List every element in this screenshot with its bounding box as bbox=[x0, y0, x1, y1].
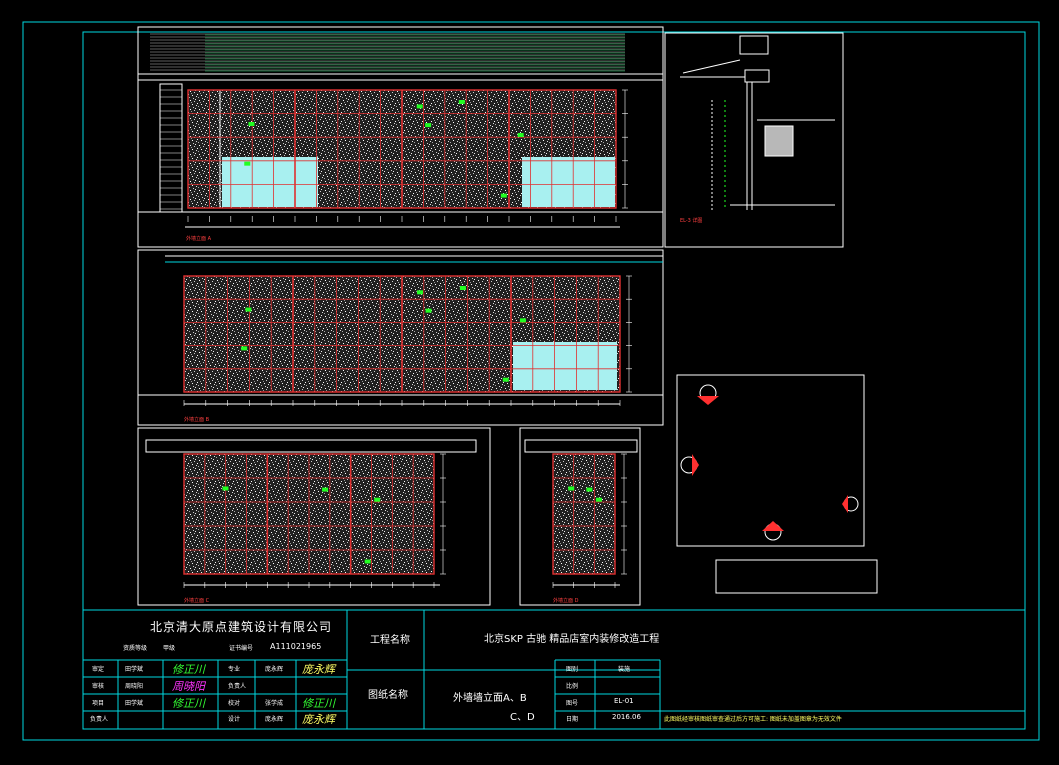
key-plan bbox=[676, 374, 878, 594]
staff2-name-1: 庞永辉 bbox=[265, 666, 284, 673]
key-plan-caption-box bbox=[715, 559, 878, 594]
marker-b-icon bbox=[680, 454, 699, 476]
elevation-a: 外墙立面 A bbox=[137, 26, 664, 248]
staff2-role-1: 专业 bbox=[228, 666, 241, 673]
elevation-d: 外墙立面 D bbox=[519, 427, 641, 606]
staff-sig-3: 修正川 bbox=[172, 697, 205, 710]
staff2-role-2: 负责人 bbox=[228, 683, 247, 690]
staff-role-3: 项目 bbox=[92, 700, 105, 707]
tag-elevation-c: 外墙立面 C bbox=[184, 597, 210, 604]
certificate-label: 证书编号 bbox=[229, 645, 254, 652]
staff2-name-3: 张学成 bbox=[265, 700, 284, 707]
info-label-2: 比例 bbox=[566, 683, 579, 690]
qualification-value: 甲级 bbox=[163, 645, 176, 652]
staff2-sig-1: 庞永辉 bbox=[302, 663, 335, 676]
section-detail: EL-3 详图 bbox=[664, 32, 844, 248]
glass-b bbox=[513, 342, 617, 390]
side-ladder bbox=[159, 83, 183, 213]
side-panel-a bbox=[187, 89, 221, 209]
info-value-4: 2016.06 bbox=[612, 713, 641, 721]
marker-d-icon bbox=[842, 495, 859, 513]
info-value-1: 装施 bbox=[618, 666, 631, 673]
staff2-name-4: 庞永辉 bbox=[265, 716, 284, 723]
cad-drawing-sheet: 外墙立面 A EL-3 详图 外墙立面 B 外墙立面 C 外墙立面 D bbox=[22, 21, 1040, 741]
info-value-3: EL-01 bbox=[614, 697, 634, 705]
tag-elevation-d: 外墙立面 D bbox=[553, 597, 579, 604]
tag-elevation-a: 外墙立面 A bbox=[186, 235, 212, 242]
staff-name-2: 周晓阳 bbox=[125, 683, 144, 690]
info-label-4: 日期 bbox=[566, 716, 579, 723]
drawing-name-line1: 外墙墙立面A、B bbox=[453, 693, 527, 704]
project-name-label: 工程名称 bbox=[370, 635, 410, 646]
glass-a-right bbox=[522, 157, 615, 207]
drawing-name-line2: C、D bbox=[510, 712, 535, 723]
approval-note: 此图纸经审核图纸审查通过后方可施工: 图纸未加盖图章为无效文件 bbox=[664, 716, 842, 723]
info-label-1: 图别 bbox=[566, 666, 579, 673]
tag-section: EL-3 详图 bbox=[680, 217, 702, 224]
qualification-label: 资质等级 bbox=[123, 645, 148, 652]
drawing-name-label: 图纸名称 bbox=[368, 690, 408, 701]
staff-name-1: 田学斌 bbox=[125, 666, 144, 673]
staff-name-3: 田学斌 bbox=[125, 700, 144, 707]
facade-d bbox=[552, 453, 616, 575]
section-frame bbox=[664, 32, 844, 248]
staff-role-2: 审核 bbox=[92, 683, 105, 690]
certificate-value: A111021965 bbox=[270, 642, 322, 651]
marker-c-icon bbox=[762, 521, 784, 541]
tag-elevation-b: 外墙立面 B bbox=[184, 416, 210, 423]
elevation-c: 外墙立面 C bbox=[137, 427, 491, 606]
info-label-3: 图号 bbox=[566, 700, 579, 707]
staff2-role-4: 设计 bbox=[228, 716, 241, 723]
canopy-stripes bbox=[150, 33, 625, 72]
staff-role-4: 负责人 bbox=[90, 716, 109, 723]
marker-a-icon bbox=[697, 384, 719, 405]
section-block bbox=[764, 125, 794, 157]
elevation-b: 外墙立面 B bbox=[137, 249, 664, 426]
project-name: 北京SKP 古驰 精品店室内装修改造工程 bbox=[484, 634, 660, 645]
staff-role-1: 审定 bbox=[92, 666, 105, 673]
staff2-role-3: 校对 bbox=[228, 700, 241, 707]
staff2-sig-3: 修正川 bbox=[302, 697, 335, 710]
staff-sig-2: 周晓阳 bbox=[172, 680, 205, 693]
staff-sig-1: 修正川 bbox=[172, 663, 205, 676]
staff2-sig-4: 庞永辉 bbox=[302, 713, 335, 726]
glass-a-left bbox=[222, 157, 318, 207]
company-name: 北京清大原点建筑设计有限公司 bbox=[150, 620, 333, 634]
